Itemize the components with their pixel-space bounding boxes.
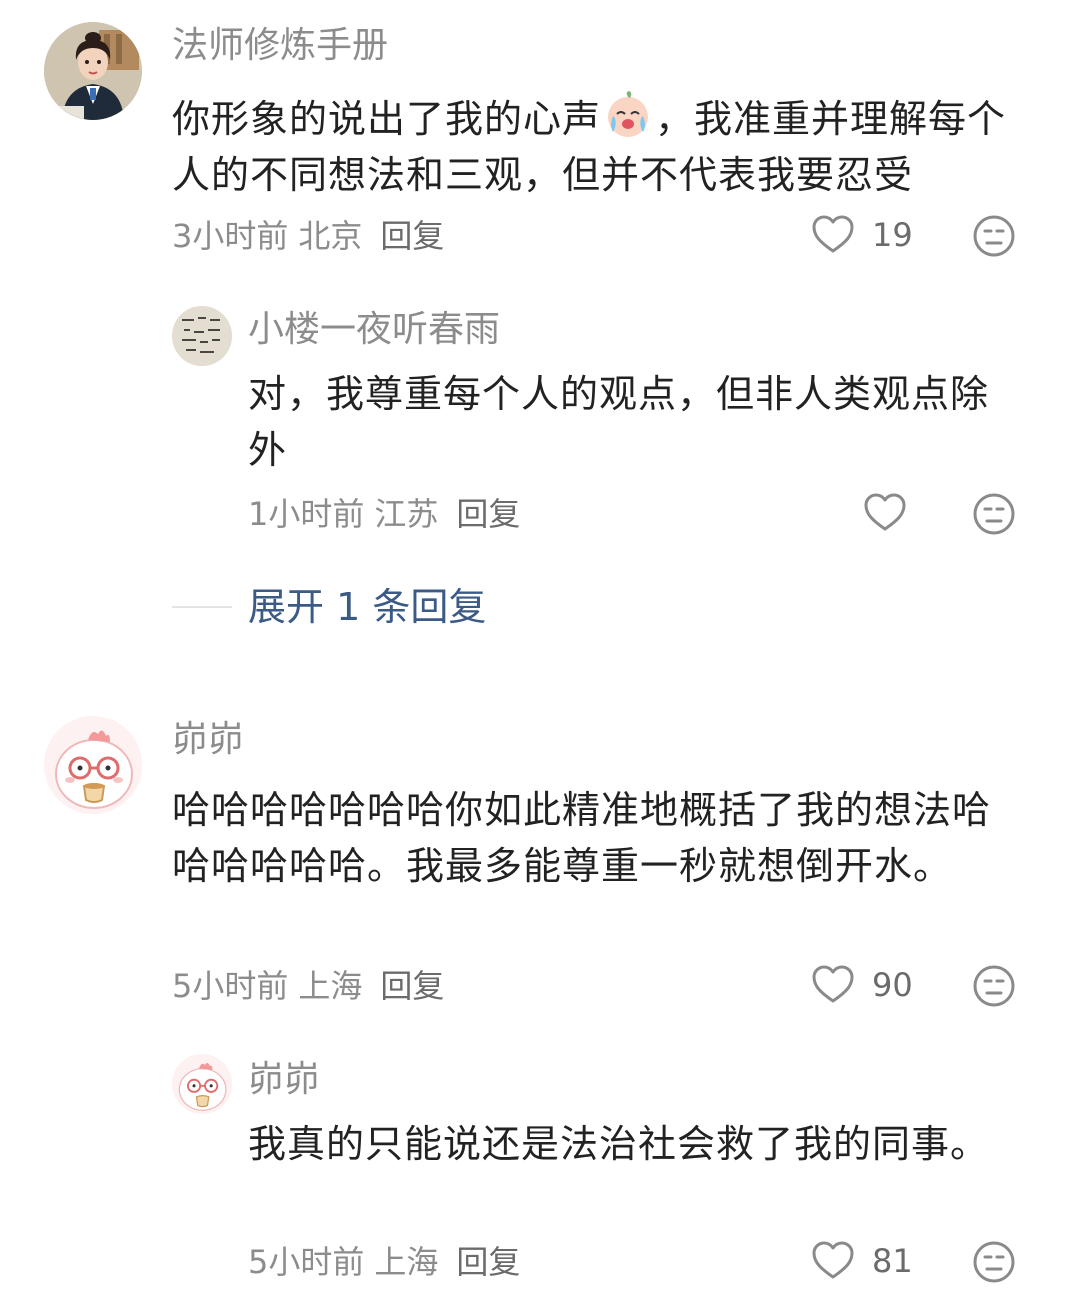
avatar[interactable] xyxy=(172,1054,232,1114)
crying-laughing-face-icon xyxy=(603,90,653,140)
comment-time: 5小时前 xyxy=(172,967,289,1005)
comment-meta: 5小时前 上海 回复 xyxy=(172,966,444,1006)
dislike-face-icon[interactable] xyxy=(972,214,1016,258)
reply-location: 江苏 xyxy=(374,495,439,533)
heart-icon xyxy=(862,490,908,536)
like-button[interactable]: 81 xyxy=(810,1238,913,1284)
reply-text: 对，我尊重每个人的观点，但非人类观点除外 xyxy=(248,372,990,472)
reply-meta: 1小时前 江苏 回复 xyxy=(248,494,520,534)
dislike-face-icon[interactable] xyxy=(972,964,1016,1008)
reply-button[interactable]: 回复 xyxy=(380,217,444,255)
dislike-face-icon[interactable] xyxy=(972,1240,1016,1284)
reply-username[interactable]: 峁峁 xyxy=(248,1058,320,1102)
like-count: 90 xyxy=(872,966,913,1004)
like-button[interactable]: 19 xyxy=(810,212,913,258)
reply-username[interactable]: 小楼一夜听春雨 xyxy=(248,308,500,352)
comment-time: 3小时前 xyxy=(172,217,289,255)
dislike-face-icon[interactable] xyxy=(972,492,1016,536)
like-count: 19 xyxy=(872,216,913,254)
reply-location: 上海 xyxy=(374,1243,439,1281)
comment-meta: 3小时前 北京 回复 xyxy=(172,216,444,256)
expand-divider xyxy=(172,606,232,608)
lawyer-avatar-icon xyxy=(44,22,142,120)
like-button[interactable] xyxy=(862,490,924,536)
reply-button[interactable]: 回复 xyxy=(380,967,444,1005)
reply-button[interactable]: 回复 xyxy=(456,1243,520,1281)
calligraphy-avatar-icon xyxy=(172,306,232,366)
reply-time: 5小时前 xyxy=(248,1243,365,1281)
avatar[interactable] xyxy=(44,22,142,120)
comment-location: 北京 xyxy=(298,217,363,255)
reply-meta: 5小时前 上海 回复 xyxy=(248,1242,520,1282)
reply-time: 1小时前 xyxy=(248,495,365,533)
reply-text: 我真的只能说还是法治社会救了我的同事。 xyxy=(248,1122,990,1166)
like-button[interactable]: 90 xyxy=(810,962,913,1008)
comment-text: 哈哈哈哈哈哈哈你如此精准地概括了我的想法哈哈哈哈哈哈。我最多能尊重一秒就想倒开水… xyxy=(172,788,992,888)
heart-icon xyxy=(810,962,856,1008)
heart-icon xyxy=(810,1238,856,1284)
comment-username[interactable]: 法师修炼手册 xyxy=(172,24,388,68)
heart-icon xyxy=(810,212,856,258)
avatar[interactable] xyxy=(44,716,142,814)
avatar[interactable] xyxy=(172,306,232,366)
comment-username[interactable]: 峁峁 xyxy=(172,718,244,762)
comment-text-part: 你形象的说出了我的心声 xyxy=(172,97,602,141)
like-count: 81 xyxy=(872,1242,913,1280)
expand-replies-button[interactable]: 展开 1 条回复 xyxy=(248,584,486,630)
cartoon-chick-avatar-icon xyxy=(172,1054,232,1114)
comment-location: 上海 xyxy=(298,967,363,1005)
cartoon-chick-avatar-icon xyxy=(44,716,142,814)
reply-button[interactable]: 回复 xyxy=(456,495,520,533)
comment-text: 你形象的说出了我的心声 ，我准重并理解每个人的不同想法和三观，但并不代表我要忍受 xyxy=(172,90,1032,203)
